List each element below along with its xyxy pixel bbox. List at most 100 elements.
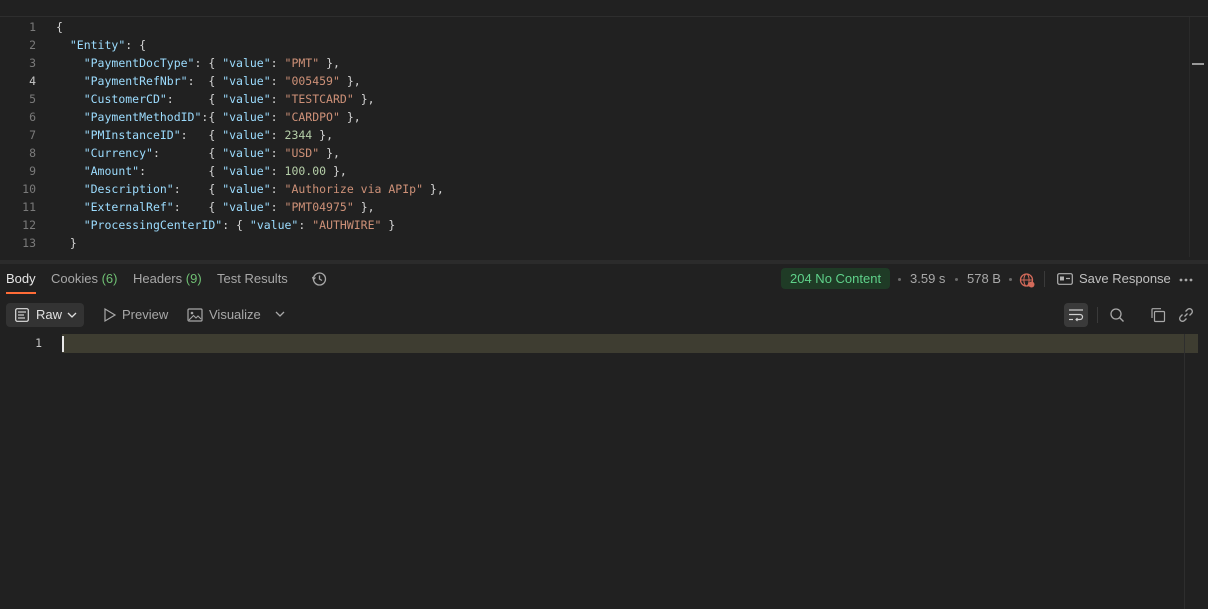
- search-icon[interactable]: [1109, 307, 1125, 323]
- code-token: "ExternalRef": [83, 200, 174, 214]
- code-line[interactable]: 3 "PaymentDocType": { "value": "PMT" },: [0, 54, 1190, 72]
- code-line[interactable]: 12 "ProcessingCenterID": { "value": "AUT…: [0, 216, 1190, 234]
- chevron-down-icon[interactable]: [275, 310, 285, 318]
- toolbar-divider: [1097, 307, 1098, 323]
- code-token: "Currency": [83, 146, 153, 160]
- response-time[interactable]: 3.59 s: [910, 266, 945, 292]
- code-text: "Description": { "value": "Authorize via…: [56, 180, 444, 198]
- response-size[interactable]: 578 B: [967, 266, 1001, 292]
- line-number: 13: [22, 236, 36, 250]
- code-line[interactable]: 13 }: [0, 234, 1190, 252]
- editor-scrollbar[interactable]: [1189, 17, 1204, 257]
- code-text: "PMInstanceID": { "value": 2344 },: [56, 126, 333, 144]
- response-body-viewer[interactable]: 1: [0, 334, 1208, 609]
- code-line[interactable]: 2 "Entity": {: [0, 36, 1190, 54]
- code-token: },: [339, 74, 361, 88]
- pane-splitter[interactable]: [0, 260, 1208, 264]
- status-badge[interactable]: 204 No Content: [781, 268, 891, 289]
- tab-headers-label: Headers: [133, 271, 183, 286]
- code-token: :: [270, 164, 285, 178]
- code-token: : {: [139, 164, 223, 178]
- response-scrollbar[interactable]: [1184, 334, 1185, 609]
- history-icon[interactable]: [311, 271, 327, 287]
- code-token: "value": [222, 164, 271, 178]
- tab-test-results[interactable]: Test Results: [217, 266, 288, 294]
- code-token: "PMT04975": [284, 200, 354, 214]
- tab-headers[interactable]: Headers (9): [133, 266, 202, 294]
- code-token: "ProcessingCenterID": [83, 218, 223, 232]
- code-line[interactable]: 1{: [0, 18, 1190, 36]
- code-line[interactable]: 6 "PaymentMethodID":{ "value": "CARDPO" …: [0, 108, 1190, 126]
- code-token: },: [353, 92, 375, 106]
- raw-format-dropdown[interactable]: Raw: [6, 303, 84, 327]
- code-token: :: [270, 200, 285, 214]
- cookies-count: (6): [101, 271, 118, 286]
- code-token: },: [312, 128, 333, 142]
- code-token: "PaymentRefNbr": [83, 74, 188, 88]
- code-line[interactable]: 7 "PMInstanceID": { "value": 2344 },: [0, 126, 1190, 144]
- response-active-line[interactable]: [62, 334, 1198, 353]
- link-icon[interactable]: [1178, 307, 1194, 323]
- image-icon: [187, 308, 203, 322]
- word-wrap-toggle[interactable]: [1064, 303, 1088, 327]
- code-token: :: [270, 128, 285, 142]
- code-token: :: [270, 74, 285, 88]
- line-number: 3: [29, 56, 36, 70]
- code-line[interactable]: 5 "CustomerCD": { "value": "TESTCARD" },: [0, 90, 1190, 108]
- network-globe-icon[interactable]: [1019, 272, 1035, 288]
- code-token: : {: [166, 92, 223, 106]
- code-token: },: [339, 110, 361, 124]
- code-token: "value": [222, 146, 271, 160]
- scrollbar-marker: [1192, 63, 1204, 65]
- raw-format-icon: [15, 308, 29, 322]
- code-token: : {: [187, 74, 223, 88]
- code-token: },: [353, 200, 375, 214]
- code-token: : {: [173, 182, 223, 196]
- line-number: 6: [29, 110, 36, 124]
- code-line[interactable]: 11 "ExternalRef": { "value": "PMT04975" …: [0, 198, 1190, 216]
- response-line-number: 1: [35, 336, 42, 350]
- copy-icon[interactable]: [1150, 307, 1166, 323]
- code-line[interactable]: 10 "Description": { "value": "Authorize …: [0, 180, 1190, 198]
- more-options-icon[interactable]: [1179, 278, 1193, 282]
- code-token: },: [319, 56, 340, 70]
- visualize-button[interactable]: Visualize: [209, 303, 261, 327]
- tab-cookies[interactable]: Cookies (6): [51, 266, 117, 294]
- code-token: "TESTCARD": [284, 92, 354, 106]
- code-token: : {: [125, 38, 147, 52]
- code-token: : {: [194, 56, 223, 70]
- code-token: "value": [222, 74, 271, 88]
- tab-body[interactable]: Body: [6, 266, 36, 294]
- code-token: "value": [222, 182, 271, 196]
- code-line[interactable]: 4 "PaymentRefNbr": { "value": "005459" }…: [0, 72, 1190, 90]
- preview-button[interactable]: Preview: [122, 303, 168, 327]
- code-text: "Entity": {: [56, 36, 146, 54]
- code-token: },: [326, 164, 347, 178]
- code-text: "Currency": { "value": "USD" },: [56, 144, 340, 162]
- tab-cookies-label: Cookies: [51, 271, 98, 286]
- code-line[interactable]: 8 "Currency": { "value": "USD" },: [0, 144, 1190, 162]
- code-token: :: [270, 110, 285, 124]
- play-icon: [104, 307, 117, 323]
- code-token: }: [381, 218, 396, 232]
- code-token: "Amount": [83, 164, 140, 178]
- request-body-editor[interactable]: 1{2 "Entity": {3 "PaymentDocType": { "va…: [0, 17, 1208, 260]
- code-token: "PMInstanceID": [83, 128, 181, 142]
- code-line[interactable]: 9 "Amount": { "value": 100.00 },: [0, 162, 1190, 180]
- line-number: 2: [29, 38, 36, 52]
- code-text: "PaymentDocType": { "value": "PMT" },: [56, 54, 340, 72]
- line-number: 11: [22, 200, 36, 214]
- code-token: "USD": [284, 146, 320, 160]
- save-response-button[interactable]: Save Response: [1079, 266, 1171, 292]
- save-response-icon: [1057, 273, 1073, 285]
- code-token: :{: [201, 110, 223, 124]
- code-token: "Authorize via APIp": [284, 182, 423, 196]
- headers-count: (9): [185, 271, 202, 286]
- code-token: "PMT": [284, 56, 320, 70]
